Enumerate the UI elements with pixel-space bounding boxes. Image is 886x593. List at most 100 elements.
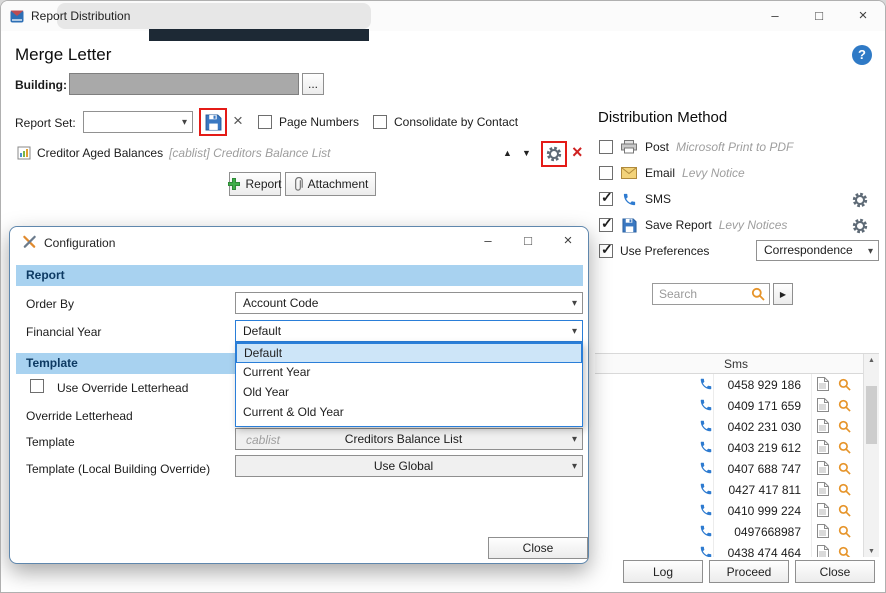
sms-settings-gear-icon[interactable] <box>852 192 868 208</box>
building-browse-button[interactable]: ... <box>302 73 324 95</box>
add-report-button[interactable]: Report <box>228 172 282 196</box>
titlebar: Report Distribution – □ × <box>1 1 885 31</box>
add-attachment-button[interactable]: Attachment <box>285 172 376 196</box>
table-row[interactable]: 0458 929 186 <box>595 374 863 395</box>
proceed-button[interactable]: Proceed <box>709 560 789 583</box>
maximize-icon[interactable]: □ <box>797 1 841 31</box>
report-set-select[interactable]: ▾ <box>83 111 193 133</box>
email-detail: Levy Notice <box>682 166 745 180</box>
log-button[interactable]: Log <box>623 560 703 583</box>
dropdown-option-current-old-year[interactable]: Current & Old Year <box>236 403 582 423</box>
use-override-checkbox[interactable] <box>30 379 44 393</box>
scroll-down-icon[interactable]: ▼ <box>864 548 879 555</box>
magnifier-icon[interactable] <box>838 420 851 433</box>
chevron-down-icon: ▾ <box>181 117 187 128</box>
magnifier-icon[interactable] <box>838 462 851 475</box>
save-icon <box>620 217 638 233</box>
consolidate-checkbox[interactable]: Consolidate by Contact <box>373 113 518 131</box>
document-icon[interactable] <box>817 377 829 391</box>
table-header[interactable]: Sms <box>595 354 863 374</box>
magnifier-icon[interactable] <box>838 504 851 517</box>
magnifier-icon[interactable] <box>838 525 851 538</box>
sms-number: 0410 999 224 <box>727 504 801 518</box>
checkbox-icon[interactable] <box>599 189 613 206</box>
save-report-settings-gear-icon[interactable] <box>852 218 868 234</box>
sms-number: 0403 219 612 <box>727 441 801 455</box>
report-detail: [cablist] Creditors Balance List <box>169 146 331 160</box>
scrollbar-thumb[interactable] <box>866 386 877 444</box>
magnifier-icon[interactable] <box>838 546 851 557</box>
app-icon <box>10 9 24 23</box>
dropdown-option-default[interactable]: Default <box>236 343 582 363</box>
magnifier-icon[interactable] <box>838 483 851 496</box>
distribution-item-sms[interactable]: SMS <box>599 189 671 208</box>
document-icon[interactable] <box>817 419 829 433</box>
checkbox-icon[interactable] <box>258 115 272 129</box>
report-section-header: Report <box>16 265 583 286</box>
sms-number: 0458 929 186 <box>727 378 801 392</box>
move-up-icon[interactable]: ▲ <box>503 148 512 158</box>
sms-column-header[interactable]: Sms <box>724 357 748 371</box>
plus-icon <box>228 178 241 190</box>
document-icon[interactable] <box>817 440 829 454</box>
template-select[interactable]: cablist Creditors Balance List ▾ <box>235 428 583 450</box>
scroll-up-icon[interactable]: ▲ <box>864 357 879 364</box>
magnifier-icon[interactable] <box>838 441 851 454</box>
building-input[interactable] <box>69 73 299 95</box>
document-icon[interactable] <box>817 461 829 475</box>
report-list-item[interactable]: Creditor Aged Balances [cablist] Credito… <box>17 144 330 162</box>
document-icon[interactable] <box>817 545 829 557</box>
distribution-item-save-report[interactable]: Save Report Levy Notices <box>599 215 788 234</box>
template-local-select[interactable]: Use Global ▾ <box>235 455 583 477</box>
expand-search-icon[interactable]: ▶ <box>773 283 793 305</box>
document-icon[interactable] <box>817 503 829 517</box>
checkbox-icon[interactable] <box>373 115 387 129</box>
table-row[interactable]: 0407 688 747 <box>595 458 863 479</box>
checkbox-icon[interactable] <box>599 241 613 258</box>
checkbox-icon[interactable] <box>599 140 613 154</box>
dropdown-option-old-year[interactable]: Old Year <box>236 383 582 403</box>
document-icon[interactable] <box>817 524 829 538</box>
table-row[interactable]: 0409 171 659 <box>595 395 863 416</box>
close-icon[interactable]: × <box>548 227 588 255</box>
table-row[interactable]: 0438 474 464 <box>595 542 863 557</box>
document-icon[interactable] <box>817 398 829 412</box>
save-icon[interactable] <box>205 114 222 131</box>
checkbox-icon[interactable] <box>599 215 613 232</box>
close-button[interactable]: Close <box>795 560 875 583</box>
minimize-icon[interactable]: – <box>753 1 797 31</box>
maximize-icon[interactable]: □ <box>508 227 548 255</box>
magnifier-icon[interactable] <box>838 399 851 412</box>
table-row[interactable]: 0497668987 <box>595 521 863 542</box>
table-row[interactable]: 0402 231 030 <box>595 416 863 437</box>
report-config-annotation <box>541 141 567 167</box>
scrollbar[interactable]: ▲ ▼ <box>863 354 879 557</box>
preference-select[interactable]: Correspondence ▾ <box>756 240 879 261</box>
dropdown-option-current-year[interactable]: Current Year <box>236 363 582 383</box>
financial-year-select[interactable]: Default ▾ <box>235 320 583 342</box>
distribution-item-email[interactable]: Email Levy Notice <box>599 164 745 182</box>
clear-report-set-icon[interactable]: × <box>233 111 243 131</box>
distribution-item-post[interactable]: Post Microsoft Print to PDF <box>599 138 793 156</box>
close-icon[interactable]: × <box>841 1 885 31</box>
table-row[interactable]: 0410 999 224 <box>595 500 863 521</box>
table-row[interactable]: 0403 219 612 <box>595 437 863 458</box>
config-close-button[interactable]: Close <box>488 537 588 559</box>
chevron-down-icon: ▾ <box>867 246 873 257</box>
help-icon[interactable]: ? <box>852 45 872 65</box>
page-numbers-checkbox[interactable]: Page Numbers <box>258 113 359 131</box>
order-by-select[interactable]: Account Code ▾ <box>235 292 583 314</box>
save-report-detail: Levy Notices <box>718 218 788 232</box>
magnifier-icon[interactable] <box>838 378 851 391</box>
sms-number: 0402 231 030 <box>727 420 801 434</box>
minimize-icon[interactable]: – <box>468 227 508 255</box>
use-preferences-checkbox[interactable]: Use Preferences <box>599 241 709 260</box>
delete-report-icon[interactable]: × <box>572 142 583 163</box>
gear-icon[interactable] <box>546 146 562 162</box>
template-local-label: Template (Local Building Override) <box>26 462 211 476</box>
move-down-icon[interactable]: ▼ <box>522 148 531 158</box>
document-icon[interactable] <box>817 482 829 496</box>
search-icon[interactable] <box>751 287 765 301</box>
checkbox-icon[interactable] <box>599 166 613 180</box>
table-row[interactable]: 0427 417 811 <box>595 479 863 500</box>
